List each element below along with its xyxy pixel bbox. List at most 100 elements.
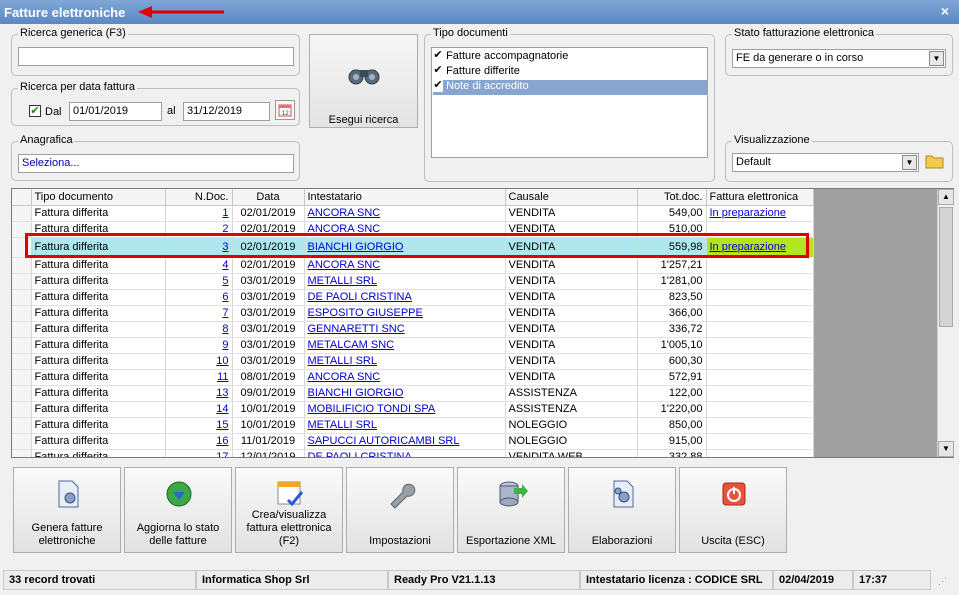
table-cell[interactable]: 1 <box>165 205 233 222</box>
table-cell[interactable] <box>706 417 814 434</box>
scroll-up-icon[interactable]: ▲ <box>938 189 954 205</box>
table-row[interactable]: Fattura differita 11 08/01/2019 ANCORA SNC V… <box>12 369 814 386</box>
table-row[interactable]: Fattura differita 13 09/01/2019 BIANCHI GIO… <box>12 385 814 402</box>
doc-type-item[interactable]: ✔ Fatture accompagnatorie <box>433 50 707 65</box>
table-cell[interactable]: GENNARETTI SNC <box>304 321 506 338</box>
table-cell[interactable]: METALCAM SNC <box>304 337 506 354</box>
table-cell[interactable]: SAPUCCI AUTORICAMBI SRL <box>304 433 506 450</box>
table-cell[interactable]: BIANCHI GIORGIO <box>304 385 506 402</box>
table-cell[interactable] <box>706 353 814 370</box>
table-cell[interactable]: ANCORA SNC <box>304 205 506 222</box>
table-cell[interactable] <box>706 449 814 457</box>
table-row[interactable]: Fattura differita 5 03/01/2019 METALLI SRL V… <box>12 273 814 290</box>
table-cell[interactable] <box>706 433 814 450</box>
scroll-thumb[interactable] <box>939 207 953 327</box>
table-cell[interactable] <box>706 337 814 354</box>
table-cell[interactable]: 13 <box>165 385 233 402</box>
table-cell[interactable]: ANCORA SNC <box>304 257 506 274</box>
table-cell[interactable] <box>706 257 814 274</box>
table-cell[interactable]: 10 <box>165 353 233 370</box>
folder-icon[interactable] <box>925 152 945 173</box>
table-row[interactable]: Fattura differita 4 02/01/2019 ANCORA SNC VE… <box>12 257 814 274</box>
calendar-icon[interactable]: 12 <box>275 100 295 120</box>
table-cell[interactable]: In preparazione <box>706 237 814 258</box>
settings-button[interactable]: Impostazioni <box>346 467 454 553</box>
dal-checkbox[interactable]: ✔ <box>29 105 41 118</box>
table-row[interactable]: Fattura differita 6 03/01/2019 DE PAOLI CRI… <box>12 289 814 306</box>
generic-search-input[interactable] <box>18 47 294 66</box>
column-header[interactable]: Tot.doc. <box>637 189 707 206</box>
table-cell[interactable]: In preparazione <box>706 205 814 222</box>
search-button[interactable]: Esegui ricerca <box>309 34 418 128</box>
table-cell[interactable]: 5 <box>165 273 233 290</box>
column-header[interactable]: Data <box>232 189 305 206</box>
table-cell[interactable] <box>706 369 814 386</box>
table-cell[interactable]: ANCORA SNC <box>304 221 506 238</box>
table-cell[interactable]: 8 <box>165 321 233 338</box>
column-header[interactable]: Fattura elettronica <box>706 189 814 206</box>
table-cell[interactable]: BIANCHI GIORGIO <box>304 237 506 258</box>
table-row[interactable]: Fattura differita 15 10/01/2019 METALLI SRL… <box>12 417 814 434</box>
resize-grip-icon[interactable]: ⋰ <box>938 576 947 587</box>
table-cell[interactable]: DE PAOLI CRISTINA <box>304 289 506 306</box>
table-cell[interactable]: 11 <box>165 369 233 386</box>
table-row[interactable]: Fattura differita 9 03/01/2019 METALCAM SNC… <box>12 337 814 354</box>
doc-type-item[interactable]: ✔ Fatture differite <box>433 65 707 80</box>
table-cell[interactable]: ANCORA SNC <box>304 369 506 386</box>
view-select[interactable]: Default ▼ <box>732 153 919 172</box>
table-cell[interactable]: 2 <box>165 221 233 238</box>
table-cell[interactable]: 17 <box>165 449 233 457</box>
table-cell[interactable]: METALLI SRL <box>304 353 506 370</box>
table-cell[interactable]: ESPOSITO GIUSEPPE <box>304 305 506 322</box>
table-cell[interactable]: 6 <box>165 289 233 306</box>
table-cell[interactable]: 9 <box>165 337 233 354</box>
date-from-input[interactable]: 01/01/2019 <box>69 102 162 121</box>
table-cell[interactable] <box>706 305 814 322</box>
doc-type-item-selected[interactable]: ✔ Note di accredito <box>433 80 707 95</box>
status-filter-select[interactable]: FE da generare o in corso ▼ <box>732 49 946 68</box>
table-cell[interactable] <box>706 385 814 402</box>
vertical-scrollbar[interactable]: ▲ ▼ <box>937 189 954 457</box>
table-cell[interactable] <box>706 221 814 238</box>
table-cell[interactable]: METALLI SRL <box>304 417 506 434</box>
table-cell[interactable]: 4 <box>165 257 233 274</box>
table-cell[interactable]: 7 <box>165 305 233 322</box>
table-row[interactable]: Fattura differita 8 03/01/2019 GENNARETTI S… <box>12 321 814 338</box>
table-cell[interactable]: 15 <box>165 417 233 434</box>
create-view-invoice-button[interactable]: Crea/visualizza fattura elettronica (F2) <box>235 467 343 553</box>
column-header[interactable]: N.Doc. <box>165 189 233 206</box>
date-to-input[interactable]: 31/12/2019 <box>183 102 270 121</box>
column-header[interactable]: Intestatario <box>304 189 506 206</box>
scroll-down-icon[interactable]: ▼ <box>938 441 954 457</box>
table-cell[interactable] <box>706 273 814 290</box>
view-value: Default <box>736 156 771 168</box>
table-row[interactable]: Fattura differita 10 03/01/2019 METALLI SRL… <box>12 353 814 370</box>
close-icon[interactable]: × <box>941 3 949 19</box>
table-row[interactable]: Fattura differita 17 12/01/2019 DE PAOLI CR… <box>12 449 814 457</box>
table-cell[interactable]: DE PAOLI CRISTINA <box>304 449 506 457</box>
column-header[interactable]: Tipo documento <box>31 189 166 206</box>
exit-button[interactable]: Uscita (ESC) <box>679 467 787 553</box>
table-cell[interactable]: 3 <box>165 237 233 258</box>
column-header[interactable]: Causale <box>505 189 638 206</box>
table-cell[interactable]: METALLI SRL <box>304 273 506 290</box>
table-row[interactable]: Fattura differita 14 10/01/2019 MOBILIFICIO… <box>12 401 814 418</box>
processing-button[interactable]: Elaborazioni <box>568 467 676 553</box>
table-row[interactable]: Fattura differita 16 11/01/2019 SAPUCCI AUT… <box>12 433 814 450</box>
table-row[interactable]: Fattura differita 7 03/01/2019 ESPOSITO GIU… <box>12 305 814 322</box>
table-cell[interactable] <box>706 321 814 338</box>
table-cell[interactable]: MOBILIFICIO TONDI SPA <box>304 401 506 418</box>
table-cell[interactable] <box>706 289 814 306</box>
table-row[interactable]: Fattura differita 1 02/01/2019 ANCORA SNC VE… <box>12 205 814 222</box>
chevron-down-icon[interactable]: ▼ <box>929 51 944 66</box>
table-row[interactable]: Fattura differita 3 02/01/2019 BIANCHI GIOR… <box>12 237 814 258</box>
generate-invoices-button[interactable]: Genera fatture elettroniche <box>13 467 121 553</box>
table-cell[interactable]: 14 <box>165 401 233 418</box>
update-status-button[interactable]: Aggiorna lo stato delle fatture <box>124 467 232 553</box>
table-cell[interactable] <box>706 401 814 418</box>
xml-export-button[interactable]: Esportazione XML <box>457 467 565 553</box>
table-row[interactable]: Fattura differita 2 02/01/2019 ANCORA SNC VE… <box>12 221 814 238</box>
chevron-down-icon[interactable]: ▼ <box>902 155 917 170</box>
table-cell[interactable]: 16 <box>165 433 233 450</box>
anagrafica-input[interactable]: Seleziona... <box>18 154 294 173</box>
